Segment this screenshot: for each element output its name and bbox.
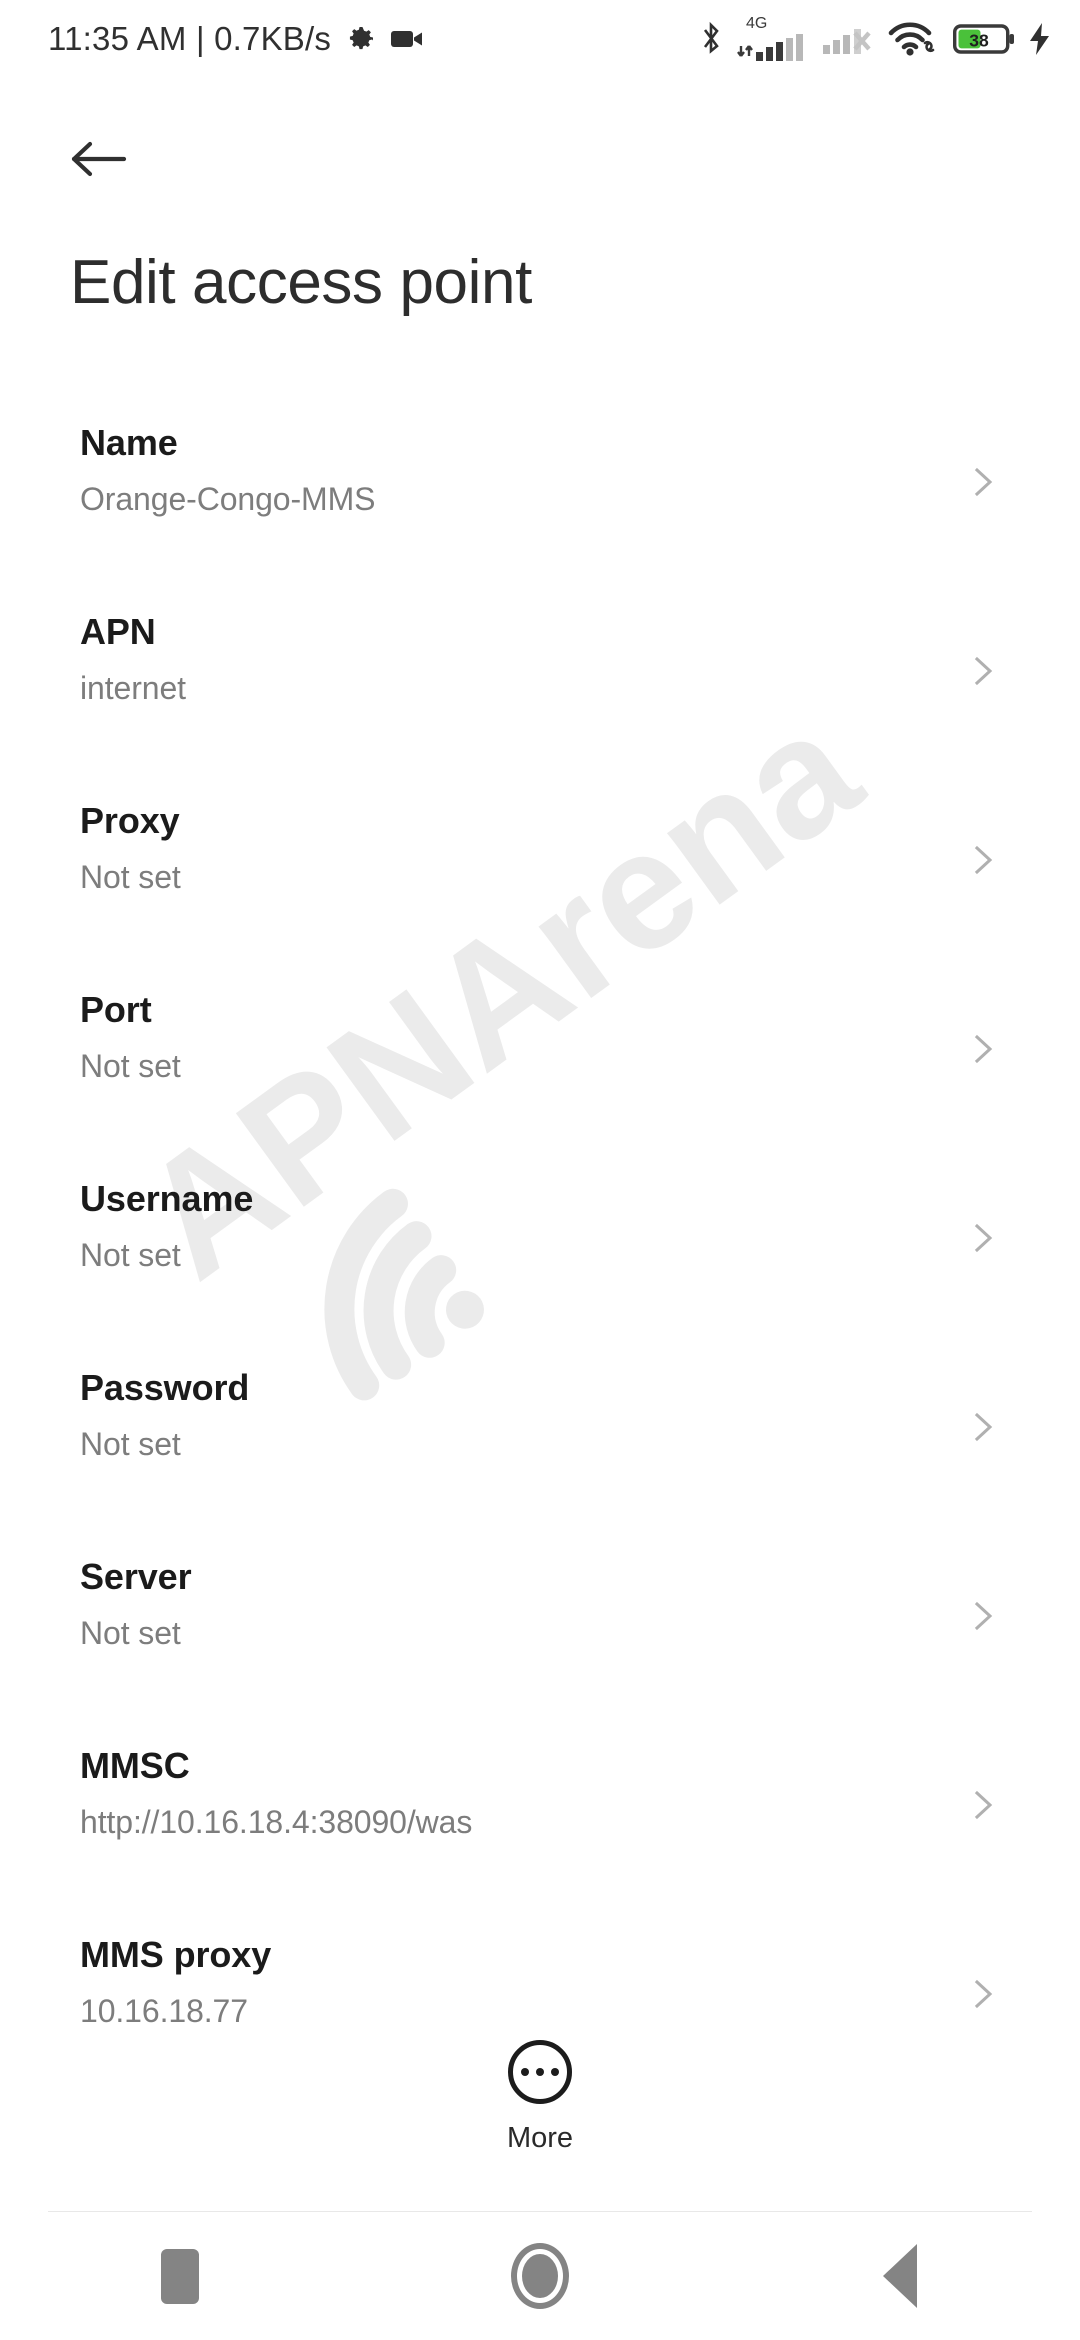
list-item[interactable]: Name Orange-Congo-MMS [0,415,1080,604]
list-item-title: Username [80,1178,254,1219]
circle-icon [511,2243,569,2309]
list-item-value: Not set [80,1615,181,1651]
chevron-right-icon [974,1223,993,1253]
list-item-title: MMSC [80,1745,190,1786]
signal-bars-icon [737,34,803,61]
nav-recents-button[interactable] [0,2248,360,2304]
chevron-right-icon [974,1601,993,1631]
navigation-bar [0,2212,1080,2340]
status-clock: 11:35 AM | 0.7KB/s [48,20,332,57]
page-title: Edit access point [70,248,532,317]
network-type-label: 4G [746,15,768,32]
bluetooth-icon [703,21,719,54]
settings-list: Name Orange-Congo-MMS APN internet Proxy… [0,415,1080,2116]
signal-sim1-group: 4G [736,16,808,62]
list-item[interactable]: Proxy Not set [0,793,1080,982]
list-item-value: 10.16.18.77 [80,1993,248,2029]
nav-back-button[interactable] [720,2244,1080,2308]
back-button[interactable] [68,128,130,190]
dot [536,2068,544,2076]
more-button-label: More [506,2122,574,2154]
triangle-left-icon [883,2244,917,2308]
list-item-value: Orange-Congo-MMS [80,481,376,517]
list-item-title: APN [80,611,156,652]
more-button[interactable]: More [0,2040,1080,2155]
list-item[interactable]: Password Not set [0,1360,1080,1549]
list-item-title: MMS proxy [80,1934,272,1975]
signal-bars-disabled-icon [823,29,871,54]
dot [551,2068,559,2076]
square-icon [161,2248,199,2304]
chevron-right-icon [974,1412,993,1442]
chevron-right-icon [974,656,993,686]
svg-text:38: 38 [969,30,989,50]
list-item-value: Not set [80,1048,181,1084]
list-item[interactable]: Username Not set [0,1171,1080,1360]
battery-icon: 38 [953,24,1014,54]
chevron-right-icon [974,1034,993,1064]
list-item-value: http://10.16.18.4:38090/was [80,1804,473,1840]
wifi-link-icon [888,22,935,56]
list-item[interactable]: Port Not set [0,982,1080,1171]
list-item-title: Password [80,1367,250,1408]
list-item-value: Not set [80,859,181,895]
list-item-title: Server [80,1556,192,1597]
list-item-title: Proxy [80,800,180,841]
list-item-title: Name [80,422,178,463]
list-item-value: internet [80,670,186,706]
dot [521,2068,529,2076]
chevron-right-icon [974,1979,993,2009]
more-dots-circle-icon [508,2040,572,2104]
status-bar-left: 11:35 AM | 0.7KB/s [48,20,425,58]
status-bar-right: 4G 38 [699,16,1052,62]
status-bar: 11:35 AM | 0.7KB/s 4G 38 [0,0,1080,78]
charging-bolt-icon [1030,23,1049,55]
camcorder-icon [391,31,423,47]
list-item[interactable]: APN internet [0,604,1080,793]
list-item-value: Not set [80,1237,181,1273]
list-item[interactable]: Server Not set [0,1549,1080,1738]
chevron-right-icon [974,1790,993,1820]
chevron-right-icon [974,467,993,497]
list-item-value: Not set [80,1426,181,1462]
phone-screen: 11:35 AM | 0.7KB/s 4G 38 Edit access poi… [0,0,1080,2340]
nav-home-button[interactable] [360,2243,720,2309]
list-item[interactable]: MMSC http://10.16.18.4:38090/was [0,1738,1080,1927]
arrow-left-icon [71,141,127,177]
chevron-right-icon [974,845,993,875]
list-item-title: Port [80,989,152,1030]
gear-icon [349,27,374,50]
